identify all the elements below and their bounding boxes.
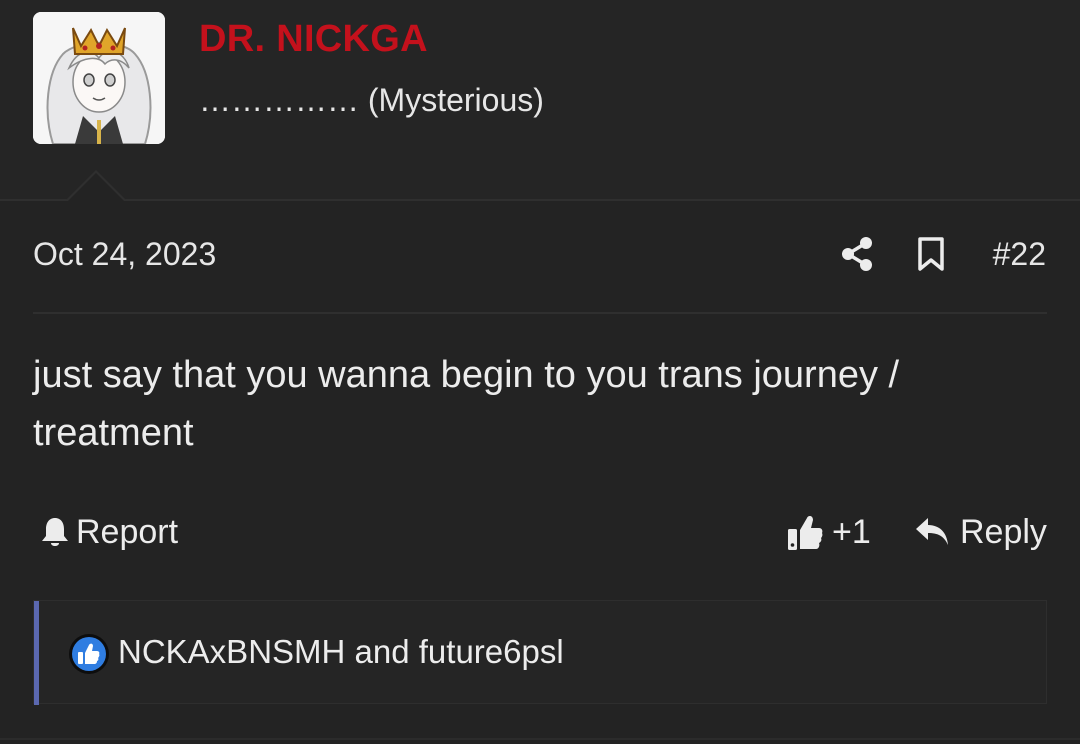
reply-label: Reply	[960, 512, 1047, 551]
user-title: …………… (Mysterious)	[199, 82, 544, 118]
forum-post: DR. NICKGA …………… (Mysterious) Oct 24, 20…	[0, 0, 1080, 744]
reply-arrow-icon	[916, 518, 948, 545]
post-number-link[interactable]: #22	[993, 236, 1046, 273]
header-pointer-inner	[68, 173, 124, 201]
bookmark-icon[interactable]	[916, 236, 946, 272]
meta-divider	[33, 312, 1047, 314]
report-button[interactable]: Report	[40, 510, 178, 554]
reply-button[interactable]: Reply	[914, 510, 1047, 554]
like-reaction-icon	[68, 633, 110, 675]
post-date[interactable]: Oct 24, 2023	[33, 236, 216, 273]
like-count: +1	[832, 512, 871, 551]
report-label: Report	[76, 512, 179, 551]
post-user-header: DR. NICKGA …………… (Mysterious)	[0, 0, 1080, 200]
avatar[interactable]	[33, 12, 165, 144]
bottom-divider	[0, 738, 1080, 740]
reactions-bar: NCKAxBNSMH and future6psl	[33, 600, 1047, 705]
reactions-accent-bar	[34, 601, 39, 705]
reactions-users[interactable]: NCKAxBNSMH and future6psl	[118, 633, 564, 671]
like-button[interactable]: +1	[786, 510, 871, 554]
avatar-image	[33, 12, 165, 144]
share-icon[interactable]	[840, 236, 874, 272]
username-link[interactable]: DR. NICKGA	[199, 18, 428, 61]
header-divider	[0, 199, 1080, 201]
thumbs-up-icon	[788, 515, 823, 550]
post-body-text: just say that you wanna begin to you tra…	[33, 354, 900, 454]
bell-icon	[42, 518, 68, 546]
